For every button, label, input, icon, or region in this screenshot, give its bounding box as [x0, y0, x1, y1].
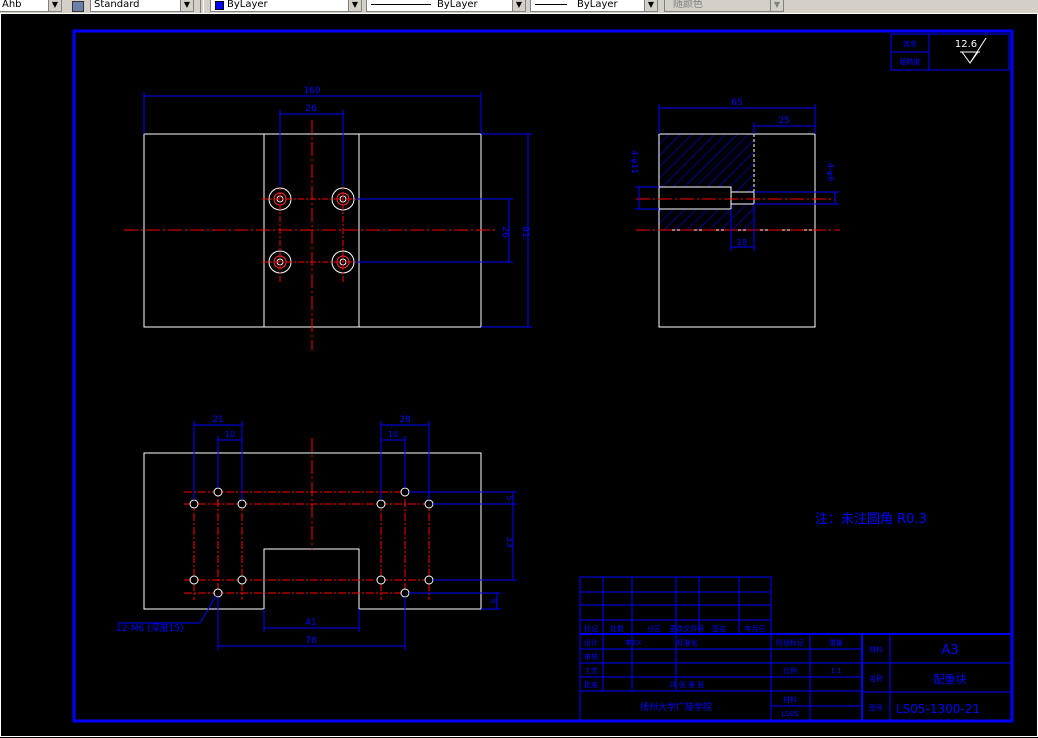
dim-78: 78 [305, 636, 317, 646]
dimension-style-value: Standard [94, 0, 140, 10]
chevron-down-icon[interactable]: ▼ [770, 0, 783, 11]
hole-callout: 12-M6 (深度15) [116, 622, 184, 634]
chevron-down-icon[interactable]: ▼ [348, 0, 361, 11]
scale-value: 1:1 [830, 667, 841, 675]
plotstyle-dropdown[interactable]: 随颜色 ▼ [664, 0, 784, 12]
weight-label: 重量 [829, 639, 843, 647]
dim-vertical-spacing: 26 [500, 226, 510, 238]
dim-height: 81 [520, 226, 530, 237]
dim-21: 21 [212, 415, 223, 425]
approve-label: 批准 [584, 680, 598, 689]
scale-label: 比例 [783, 666, 797, 675]
drawing-canvas[interactable]: 其余 粗糙度 12.6 160 26 26 81 65 25 4-φ11 4-φ… [0, 13, 1038, 738]
toolbar-separator [200, 0, 204, 13]
rev-header-0: 标记 [584, 624, 598, 633]
roughness-label-2: 粗糙度 [900, 57, 921, 66]
name-label: 名称 [869, 674, 883, 683]
chevron-down-icon[interactable]: ▼ [180, 0, 193, 11]
material-label: 材料 [783, 695, 797, 704]
bottom-view: 21 10 28 10 5 33 5 41 78 12-M6 (深度15) [116, 415, 517, 650]
rev-header-4: 签名 [712, 624, 726, 633]
dim-bore-depth: 18 [737, 238, 747, 247]
dim-hole-spacing: 26 [305, 104, 317, 114]
std-label: 标准化 [677, 638, 698, 647]
design-label: 设计 [584, 638, 598, 647]
chevron-down-icon[interactable]: ▼ [48, 0, 61, 11]
general-note: 注：未注圆角 R0.3 [815, 512, 927, 527]
dim-hole-label: 4-φ11 [630, 150, 639, 173]
dim-5b: 5 [489, 598, 498, 603]
dim-thread-label: 4-φ6 [826, 163, 835, 181]
dim-depth: 65 [731, 98, 742, 108]
process-label: 工艺 [584, 667, 598, 675]
part-name: 配重块 [934, 672, 967, 686]
rev-header-2: 分区 [647, 624, 661, 633]
paper-size-label: 材料 [869, 645, 883, 654]
linetype-sample-icon [371, 4, 431, 5]
text-style-dropdown[interactable]: Ahb ▼ [0, 0, 62, 12]
dim-10b: 10 [388, 430, 398, 439]
stage-label: 阶段标记 [776, 638, 804, 647]
design-name: 李XX [625, 638, 642, 647]
dim-28: 28 [399, 415, 411, 425]
dim-width: 160 [303, 86, 320, 96]
text-style-value: Ahb [2, 0, 22, 10]
chevron-down-icon[interactable]: ▼ [644, 0, 657, 11]
side-view: 65 25 4-φ11 4-φ6 18 [630, 98, 840, 328]
roughness-label-1: 其余 [903, 39, 917, 48]
paper-size: A3 [941, 643, 958, 658]
school-name: 扬州大学广陵学院 [640, 701, 712, 713]
dim-hatch-width: 25 [778, 116, 789, 126]
dim-41: 41 [305, 618, 316, 628]
rev-header-3: 更改文件号 [670, 624, 705, 633]
dim-33: 33 [504, 536, 514, 547]
properties-toolbar: Ahb ▼ Standard ▼ ByLayer ▼ ByLayer ▼ ByL… [0, 0, 1038, 13]
sheet-label: 共 张 第 张 [670, 680, 705, 689]
dim-5a: 5 [505, 495, 514, 500]
color-dropdown[interactable]: ByLayer ▼ [210, 0, 362, 12]
rev-header-5: 年月日 [745, 624, 766, 633]
dim-10a: 10 [225, 430, 235, 439]
chevron-down-icon[interactable]: ▼ [512, 0, 525, 11]
lineweight-dropdown[interactable]: ByLayer ▼ [530, 0, 658, 12]
color-swatch-icon [215, 1, 224, 10]
review-label: 审核 [584, 652, 598, 661]
color-value: ByLayer [227, 0, 268, 10]
dimstyle-icon[interactable] [68, 0, 86, 12]
linetype-value: ByLayer [437, 0, 478, 10]
rev-header-1: 处数 [610, 624, 624, 633]
front-view: 160 26 26 81 [124, 86, 532, 350]
dimension-style-dropdown[interactable]: Standard ▼ [90, 0, 194, 12]
title-block-text: 标记 处数 分区 更改文件号 签名 年月日 设计 李XX 标准化 审核 工艺 批… [584, 624, 883, 718]
drawing-number: LS05-1300-21 [896, 702, 980, 716]
roughness-value: 12.6 [955, 39, 977, 50]
small-code: LS05 [781, 710, 798, 718]
lineweight-value: ByLayer [577, 0, 618, 10]
plotstyle-value: 随颜色 [673, 0, 703, 10]
drawing-no-label: 图号 [869, 704, 883, 712]
linetype-dropdown[interactable]: ByLayer ▼ [366, 0, 526, 12]
lineweight-sample-icon [535, 4, 567, 5]
